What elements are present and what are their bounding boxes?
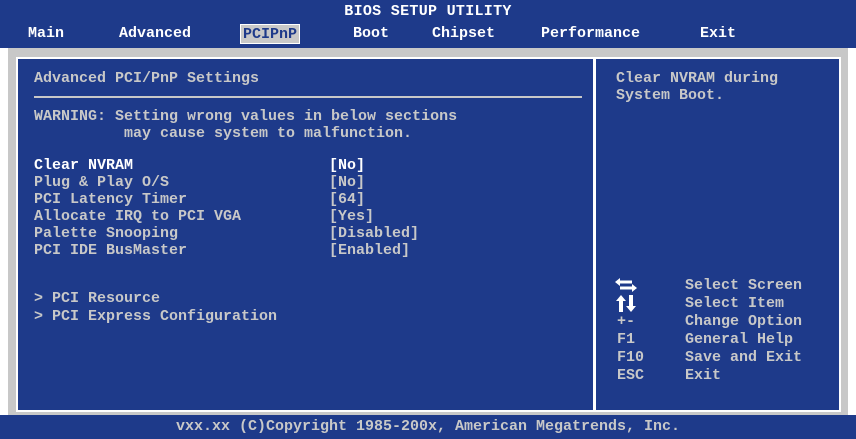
bios-title: BIOS SETUP UTILITY xyxy=(344,3,512,20)
setting-clear-nvram-label[interactable]: Clear NVRAM xyxy=(34,157,133,175)
key-help-save-and-exit: Save and Exit xyxy=(685,349,803,366)
setting-pci-ide-busmaster-value[interactable]: [Enabled] xyxy=(329,242,410,260)
setting-allocate-irq-value[interactable]: [Yes] xyxy=(329,208,374,226)
setting-clear-nvram-value[interactable]: [No] xyxy=(329,157,365,175)
tab-exit[interactable]: Exit xyxy=(697,24,739,44)
help-text-line-2: System Boot. xyxy=(616,87,725,104)
key-label-plus-minus: +- xyxy=(617,313,636,330)
setting-pci-latency-timer-value[interactable]: [64] xyxy=(329,191,365,209)
top-bar: BIOS SETUP UTILITY Main Advanced PCIPnP … xyxy=(0,0,856,48)
tab-advanced[interactable]: Advanced xyxy=(116,24,194,44)
setting-palette-snooping-label[interactable]: Palette Snooping xyxy=(34,225,178,243)
tab-chipset[interactable]: Chipset xyxy=(429,24,498,44)
submenu-pci-resource[interactable]: > PCI Resource xyxy=(34,290,160,308)
warning-line-2: may cause system to malfunction. xyxy=(124,125,413,142)
key-help-select-item: Select Item xyxy=(685,295,785,312)
key-help-select-screen: Select Screen xyxy=(685,277,803,294)
setting-pci-latency-timer-label[interactable]: PCI Latency Timer xyxy=(34,191,187,209)
setting-pci-ide-busmaster-label[interactable]: PCI IDE BusMaster xyxy=(34,242,187,260)
left-right-arrows-icon xyxy=(615,278,637,292)
section-divider xyxy=(34,96,582,98)
key-help-exit: Exit xyxy=(685,367,722,384)
section-title: Advanced PCI/PnP Settings xyxy=(34,70,260,87)
tab-boot[interactable]: Boot xyxy=(350,24,392,44)
key-label-f10: F10 xyxy=(617,349,645,366)
setting-allocate-irq-label[interactable]: Allocate IRQ to PCI VGA xyxy=(34,208,241,226)
key-label-esc: ESC xyxy=(617,367,645,384)
key-label-f1: F1 xyxy=(617,331,636,348)
setting-plug-and-play-os-value[interactable]: [No] xyxy=(329,174,365,192)
setting-palette-snooping-value[interactable]: [Disabled] xyxy=(329,225,419,243)
setting-plug-and-play-os-label[interactable]: Plug & Play O/S xyxy=(34,174,169,192)
tab-performance[interactable]: Performance xyxy=(538,24,643,44)
warning-line-1: WARNING: Setting wrong values in below s… xyxy=(34,108,458,125)
copyright-footer: vxx.xx (C)Copyright 1985-200x, American … xyxy=(0,415,856,439)
key-help-general-help: General Help xyxy=(685,331,794,348)
tab-pcipnp[interactable]: PCIPnP xyxy=(240,24,301,44)
submenu-pci-express-configuration[interactable]: > PCI Express Configuration xyxy=(34,308,277,326)
tab-main[interactable]: Main xyxy=(25,24,67,44)
help-text-line-1: Clear NVRAM during xyxy=(616,70,779,87)
up-down-arrows-icon xyxy=(616,295,636,312)
key-help-change-option: Change Option xyxy=(685,313,803,330)
